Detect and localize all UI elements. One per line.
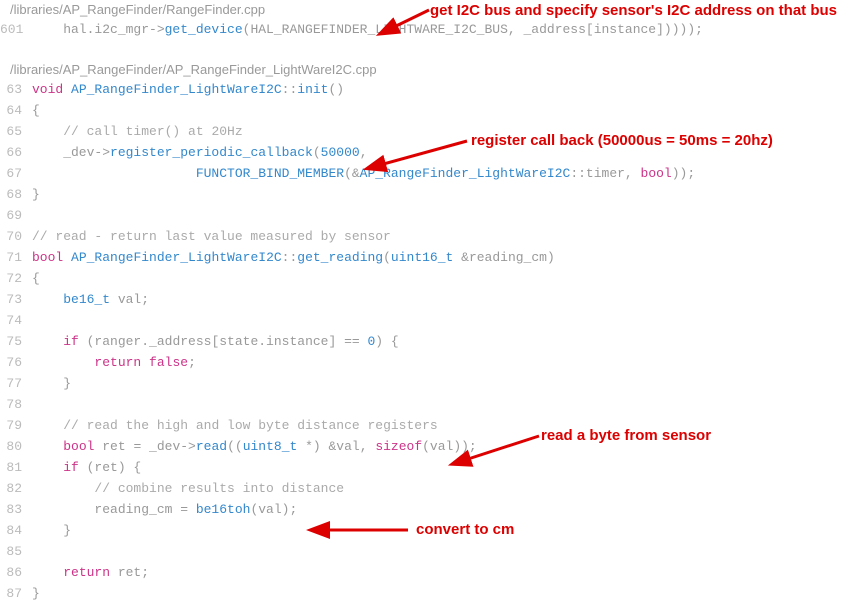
code-content: } bbox=[32, 520, 71, 541]
code-content: // read the high and low byte distance r… bbox=[32, 415, 438, 436]
code-content: // read - return last value measured by … bbox=[32, 226, 391, 247]
code-line: 601 hal.i2c_mgr->get_device(HAL_RANGEFIN… bbox=[0, 19, 847, 40]
file-path-1: /libraries/AP_RangeFinder/RangeFinder.cp… bbox=[0, 0, 847, 19]
code-content: bool ret = _dev->read((uint8_t *) &val, … bbox=[32, 436, 477, 457]
line-number: 68 bbox=[0, 184, 32, 205]
line-number: 601 bbox=[0, 19, 32, 40]
code-content: { bbox=[32, 100, 40, 121]
code-content: FUNCTOR_BIND_MEMBER(&AP_RangeFinder_Ligh… bbox=[32, 163, 695, 184]
code-line: 76 return false; bbox=[0, 352, 847, 373]
code-line: 82 // combine results into distance bbox=[0, 478, 847, 499]
code-line: 72{ bbox=[0, 268, 847, 289]
line-number: 79 bbox=[0, 415, 32, 436]
line-number: 85 bbox=[0, 541, 32, 562]
code-line: 83 reading_cm = be16toh(val); bbox=[0, 499, 847, 520]
code-line: 86 return ret; bbox=[0, 562, 847, 583]
code-line: 73 be16_t val; bbox=[0, 289, 847, 310]
line-number: 74 bbox=[0, 310, 32, 331]
code-line: 66 _dev->register_periodic_callback(5000… bbox=[0, 142, 847, 163]
line-number: 63 bbox=[0, 79, 32, 100]
code-block-2: 63void AP_RangeFinder_LightWareI2C::init… bbox=[0, 79, 847, 604]
line-number: 69 bbox=[0, 205, 32, 226]
code-line: 85 bbox=[0, 541, 847, 562]
code-content: } bbox=[32, 583, 40, 604]
line-number: 81 bbox=[0, 457, 32, 478]
line-number: 86 bbox=[0, 562, 32, 583]
code-content: void AP_RangeFinder_LightWareI2C::init() bbox=[32, 79, 344, 100]
line-number: 72 bbox=[0, 268, 32, 289]
line-number: 67 bbox=[0, 163, 32, 184]
code-line: 77 } bbox=[0, 373, 847, 394]
line-number: 76 bbox=[0, 352, 32, 373]
code-line: 81 if (ret) { bbox=[0, 457, 847, 478]
code-line: 69 bbox=[0, 205, 847, 226]
code-line: 87} bbox=[0, 583, 847, 604]
line-number: 84 bbox=[0, 520, 32, 541]
code-content: hal.i2c_mgr->get_device(HAL_RANGEFINDER_… bbox=[32, 19, 703, 40]
code-line: 70// read - return last value measured b… bbox=[0, 226, 847, 247]
line-number: 66 bbox=[0, 142, 32, 163]
code-line: 84 } bbox=[0, 520, 847, 541]
line-number: 64 bbox=[0, 100, 32, 121]
line-number: 65 bbox=[0, 121, 32, 142]
code-line: 63void AP_RangeFinder_LightWareI2C::init… bbox=[0, 79, 847, 100]
code-content: { bbox=[32, 268, 40, 289]
line-number: 78 bbox=[0, 394, 32, 415]
code-line: 65 // call timer() at 20Hz bbox=[0, 121, 847, 142]
code-line: 74 bbox=[0, 310, 847, 331]
code-content: if (ranger._address[state.instance] == 0… bbox=[32, 331, 399, 352]
code-content: return false; bbox=[32, 352, 196, 373]
line-number: 82 bbox=[0, 478, 32, 499]
line-number: 87 bbox=[0, 583, 32, 604]
file-path-2: /libraries/AP_RangeFinder/AP_RangeFinder… bbox=[0, 60, 847, 79]
code-content: return ret; bbox=[32, 562, 149, 583]
code-block-1: 601 hal.i2c_mgr->get_device(HAL_RANGEFIN… bbox=[0, 19, 847, 40]
code-line: 80 bool ret = _dev->read((uint8_t *) &va… bbox=[0, 436, 847, 457]
code-line: 67 FUNCTOR_BIND_MEMBER(&AP_RangeFinder_L… bbox=[0, 163, 847, 184]
code-content: } bbox=[32, 373, 71, 394]
code-content: } bbox=[32, 184, 40, 205]
code-content: // call timer() at 20Hz bbox=[32, 121, 243, 142]
code-content: // combine results into distance bbox=[32, 478, 344, 499]
line-number: 73 bbox=[0, 289, 32, 310]
code-content: reading_cm = be16toh(val); bbox=[32, 499, 297, 520]
line-number: 75 bbox=[0, 331, 32, 352]
code-content: be16_t val; bbox=[32, 289, 149, 310]
code-line: 79 // read the high and low byte distanc… bbox=[0, 415, 847, 436]
code-content: bool AP_RangeFinder_LightWareI2C::get_re… bbox=[32, 247, 555, 268]
code-line: 78 bbox=[0, 394, 847, 415]
line-number: 77 bbox=[0, 373, 32, 394]
code-line: 68} bbox=[0, 184, 847, 205]
line-number: 83 bbox=[0, 499, 32, 520]
code-line: 75 if (ranger._address[state.instance] =… bbox=[0, 331, 847, 352]
line-number: 71 bbox=[0, 247, 32, 268]
code-line: 71bool AP_RangeFinder_LightWareI2C::get_… bbox=[0, 247, 847, 268]
line-number: 80 bbox=[0, 436, 32, 457]
code-content: _dev->register_periodic_callback(50000, bbox=[32, 142, 368, 163]
code-content: if (ret) { bbox=[32, 457, 141, 478]
line-number: 70 bbox=[0, 226, 32, 247]
code-line: 64{ bbox=[0, 100, 847, 121]
